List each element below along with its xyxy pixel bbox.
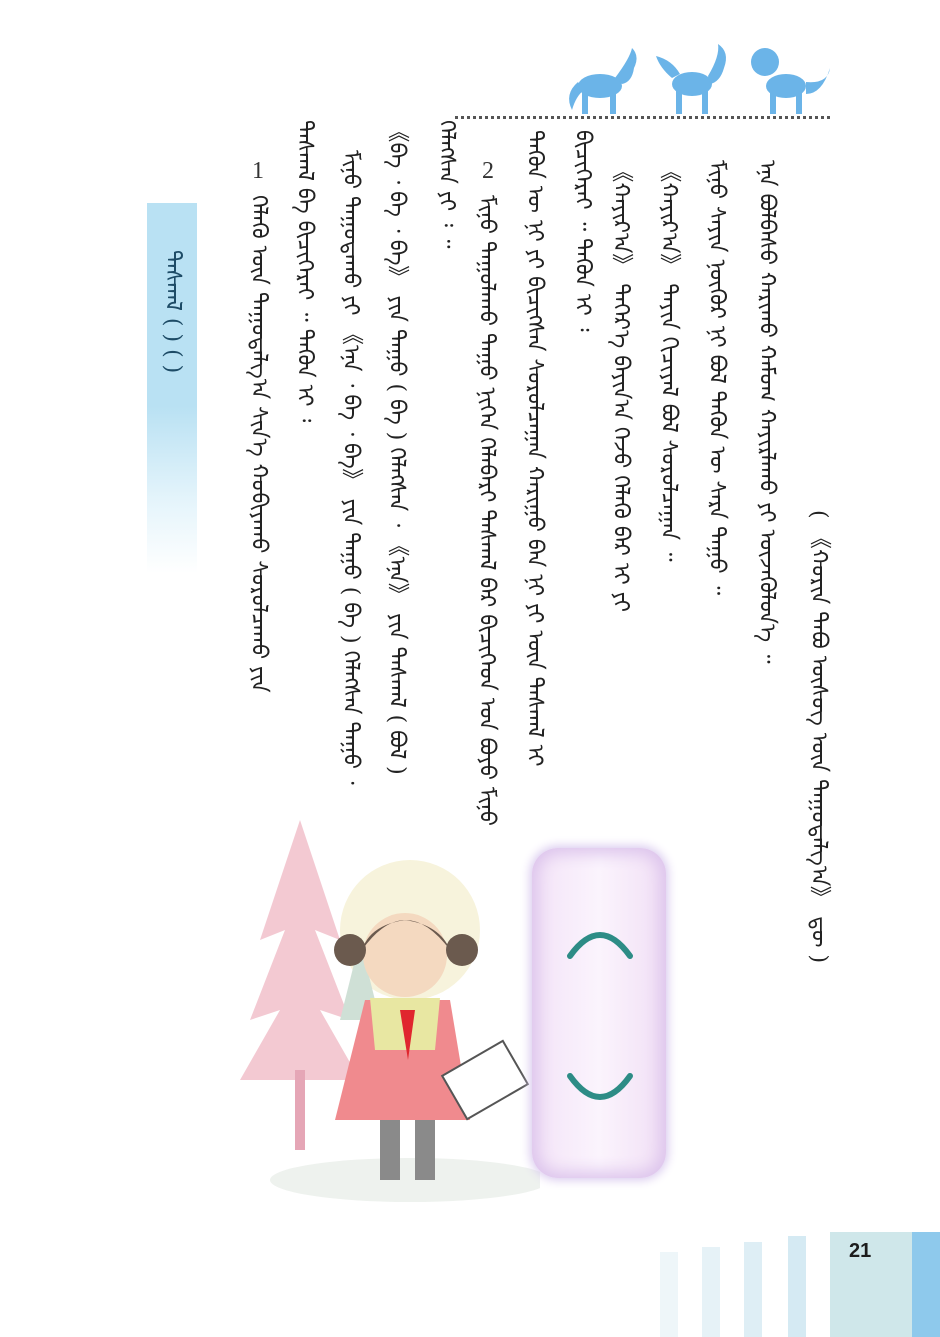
text-column: 《ᠪᠠ ᠂ ᠪᠠ ᠂ ᠪᠠ》 ᠶᠢᠨ ᠳᠠᠭᠤ ( ᠪᠠ ) ᠬᠡᠯᠡᠭᠰᠡᠨ … xyxy=(384,120,409,775)
open-parenthesis-arc-icon xyxy=(567,932,633,959)
ponies-decoration xyxy=(569,44,830,114)
text-column: ᠲᠡᠭᠦᠨ ᠦ ᠨᠢ ᠶᠢ ᠪᠢᠴᠢᠭᠰᠡᠨ ᠰᠤᠷᠤᠯᠴᠠᠭᠠᠨ ᠬᠠᠷᠢᠭᠤ… xyxy=(522,130,547,767)
text-column: ᠡᠨᠡ ᠪᠣᠯᠪᠠᠰᠤ ᠬᠠᠷᠢᠬᠤ ᠬᠠᠮᠤᠭ ᠬᠠᠶᠢᠷᠯᠠᠬᠤ ᠶᠢ ᠦᠵ… xyxy=(754,160,779,664)
text-column: 《ᠬᠠᠶᠢᠷ᠎ᠠ》 ᠳᠡᠭᠡᠷ᠎ᠡ ᠪᠠᠶᠢᠨ᠎ᠠ ᠭᠡᠵᠦ ᠬᠡᠯᠡᠬᠦ ᠪᠡ… xyxy=(608,160,633,612)
bracket-arcs xyxy=(567,932,633,1100)
text-column: ᠮᠢᠨᠦ ᠰᠠᠶᠢᠨ ᠨᠥᠬᠦᠷ ᠨᠢ ᠪᠤᠯ ᠲᠡᠭᠦᠨ ᠦ ᠰᠠᠷᠠ ᠳᠠᠭ… xyxy=(704,160,729,596)
text-column: ᠳᠠᠰᠬᠠᠯ ᠪᠠ ᠪᠢᠴᠢᠭᠡᠷᠡᠢ ᠃ ᠲᠡᠭᠦᠨ ᠢ ᠄ xyxy=(292,120,317,423)
pony-silhouette-icon xyxy=(569,48,637,114)
exercise-number: 2 xyxy=(482,158,494,184)
text-column: ᠪᠢᠴᠢᠭᠡᠷᠡᠢ ᠃ ᠲᠡᠭᠦᠨ ᠢ ᠄ xyxy=(570,130,595,332)
exercise-number: 1 xyxy=(252,158,264,184)
pony-silhouette-icon xyxy=(656,44,726,114)
pony-silhouette-icon xyxy=(751,48,830,114)
text-column: ( 《ᠬᠣᠷᠢᠨ ᠲᠠᠪᠤ ᠦᠰᠦᠭ ᠦᠨ ᠳᠠᠭᠤᠳᠠᠯᠭ᠎ᠠ》 ᠳᠦ ) xyxy=(806,510,831,964)
text-column: ᠬᠡᠯᠡᠬᠦ ᠦᠨ ᠳᠠᠭᠤᠳᠠᠯᠭ᠎ᠠ ᠰᠢᠨ᠎ᠡ ᠬᠤᠪᠢᠶᠠᠬᠤ ᠰᠤᠷᠤ… xyxy=(246,195,271,693)
close-parenthesis-arc-icon xyxy=(567,1073,633,1100)
text-column: 《ᠬᠠᠶᠢᠷ᠎ᠠ》 ᠲᠡᠶᠢᠨ ᠬᠢᠴᠢᠶᠡᠯ ᠪᠤᠯ ᠰᠤᠷᠤᠯᠴᠠᠭᠠᠨ ᠃ xyxy=(656,160,681,562)
dotted-divider xyxy=(455,116,830,119)
page-number: 21 xyxy=(849,1240,872,1262)
girl-illustration xyxy=(240,820,540,1202)
page-edge-strip xyxy=(912,1232,940,1337)
side-tab-label: ᠳᠠᠰᠬᠠᠯ ( ) ( ) xyxy=(160,250,185,374)
text-column: ᠬᠡᠯᠡᠭᠰᠡᠨ ᠶᠢ ᠄ ᠃ xyxy=(434,120,459,249)
bracket-bubble xyxy=(532,848,666,1178)
text-column: ᠮᠢᠨᠦ ᠲᠠᠭᠤᠯᠠᠬᠤ ᠳᠠᠭᠤ ᠨᠢᠭᠡᠨ ᠬᠡᠯᠡᠪᠡᠷᠢ ᠳᠠᠰᠬᠠᠯ… xyxy=(474,195,499,826)
text-column: ᠮᠢᠨᠦ ᠳᠠᠭᠤᠳᠠᠬᠤ ᠶᠢ 《ᠡᠨᠡ ᠂ ᠪᠠ ᠂ ᠪᠠ》 ᠶᠢᠨ ᠳᠠᠭ… xyxy=(338,150,363,785)
